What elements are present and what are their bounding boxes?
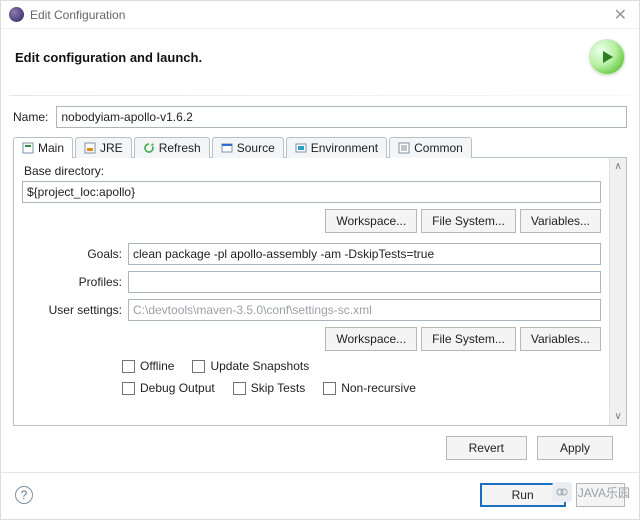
checkbox-icon: [122, 360, 135, 373]
profiles-input[interactable]: [128, 271, 601, 293]
source-tab-icon: [221, 142, 233, 154]
main-tab-icon: [22, 142, 34, 154]
user-settings-input[interactable]: [128, 299, 601, 321]
tab-jre[interactable]: JRE: [75, 137, 132, 158]
offline-checkbox[interactable]: Offline: [122, 359, 174, 373]
apply-button[interactable]: Apply: [537, 436, 613, 460]
tab-label: Common: [414, 141, 463, 155]
tab-label: Source: [237, 141, 275, 155]
variables-button-2[interactable]: Variables...: [520, 327, 601, 351]
tab-label: Refresh: [159, 141, 201, 155]
user-settings-buttons: Workspace... File System... Variables...: [22, 327, 601, 351]
eclipse-icon: [9, 7, 24, 22]
tab-label: Environment: [311, 141, 378, 155]
secondary-button[interactable]: [576, 483, 625, 507]
main-tab-panel: ∧ ∨ Base directory: Workspace... File Sy…: [13, 158, 627, 426]
update-snapshots-checkbox[interactable]: Update Snapshots: [192, 359, 309, 373]
run-green-icon: [589, 39, 625, 75]
environment-tab-icon: [295, 142, 307, 154]
checkbox-label: Non-recursive: [341, 381, 416, 395]
dialog-body: Name: Main JRE Refresh: [1, 96, 639, 464]
panel-scrollbar[interactable]: ∧ ∨: [609, 158, 626, 425]
tab-environment[interactable]: Environment: [286, 137, 387, 158]
tab-refresh[interactable]: Refresh: [134, 137, 210, 158]
tab-source[interactable]: Source: [212, 137, 284, 158]
name-input[interactable]: [56, 106, 627, 128]
common-tab-icon: [398, 142, 410, 154]
goals-label: Goals:: [22, 247, 122, 261]
help-icon[interactable]: ?: [15, 486, 33, 504]
revert-apply-row: Revert Apply: [13, 426, 627, 460]
refresh-tab-icon: [143, 142, 155, 154]
checkbox-label: Debug Output: [140, 381, 215, 395]
name-label: Name:: [13, 110, 48, 124]
checkbox-icon: [233, 382, 246, 395]
file-system-button[interactable]: File System...: [421, 209, 516, 233]
skip-tests-checkbox[interactable]: Skip Tests: [233, 381, 305, 395]
checkbox-icon: [122, 382, 135, 395]
close-icon[interactable]: ✕: [610, 5, 631, 25]
base-directory-buttons: Workspace... File System... Variables...: [22, 209, 601, 233]
dialog-banner: Edit configuration and launch.: [1, 29, 639, 87]
jre-tab-icon: [84, 142, 96, 154]
name-row: Name:: [13, 106, 627, 128]
profiles-label: Profiles:: [22, 275, 122, 289]
tab-common[interactable]: Common: [389, 137, 472, 158]
banner-headline: Edit configuration and launch.: [15, 50, 589, 65]
dialog-bottom-bar: ? Run JAVA乐园: [1, 472, 639, 519]
tab-main[interactable]: Main: [13, 137, 73, 158]
title-bar: Edit Configuration ✕: [1, 1, 639, 29]
checkbox-icon: [323, 382, 336, 395]
workspace-button[interactable]: Workspace...: [325, 209, 417, 233]
maven-fields: Goals: Profiles: User settings:: [22, 243, 601, 321]
workspace-button-2[interactable]: Workspace...: [325, 327, 417, 351]
base-directory-input[interactable]: [22, 181, 601, 203]
checkbox-icon: [192, 360, 205, 373]
revert-button[interactable]: Revert: [446, 436, 527, 460]
checkbox-label: Skip Tests: [251, 381, 305, 395]
variables-button[interactable]: Variables...: [520, 209, 601, 233]
non-recursive-checkbox[interactable]: Non-recursive: [323, 381, 416, 395]
window-title: Edit Configuration: [30, 8, 610, 22]
edit-configuration-dialog: Edit Configuration ✕ Edit configuration …: [0, 0, 640, 520]
checkbox-label: Update Snapshots: [210, 359, 309, 373]
scroll-up-icon[interactable]: ∧: [610, 158, 626, 175]
run-button[interactable]: Run: [480, 483, 566, 507]
base-directory-label: Base directory:: [24, 164, 601, 178]
debug-output-checkbox[interactable]: Debug Output: [122, 381, 215, 395]
scroll-down-icon[interactable]: ∨: [610, 408, 626, 425]
goals-input[interactable]: [128, 243, 601, 265]
config-tabs: Main JRE Refresh Source: [13, 136, 627, 158]
maven-options-checkboxes: Offline Update Snapshots Debug Output Sk…: [122, 359, 601, 395]
tab-label: Main: [38, 141, 64, 155]
file-system-button-2[interactable]: File System...: [421, 327, 516, 351]
user-settings-label: User settings:: [22, 303, 122, 317]
checkbox-label: Offline: [140, 359, 174, 373]
tab-label: JRE: [100, 141, 123, 155]
